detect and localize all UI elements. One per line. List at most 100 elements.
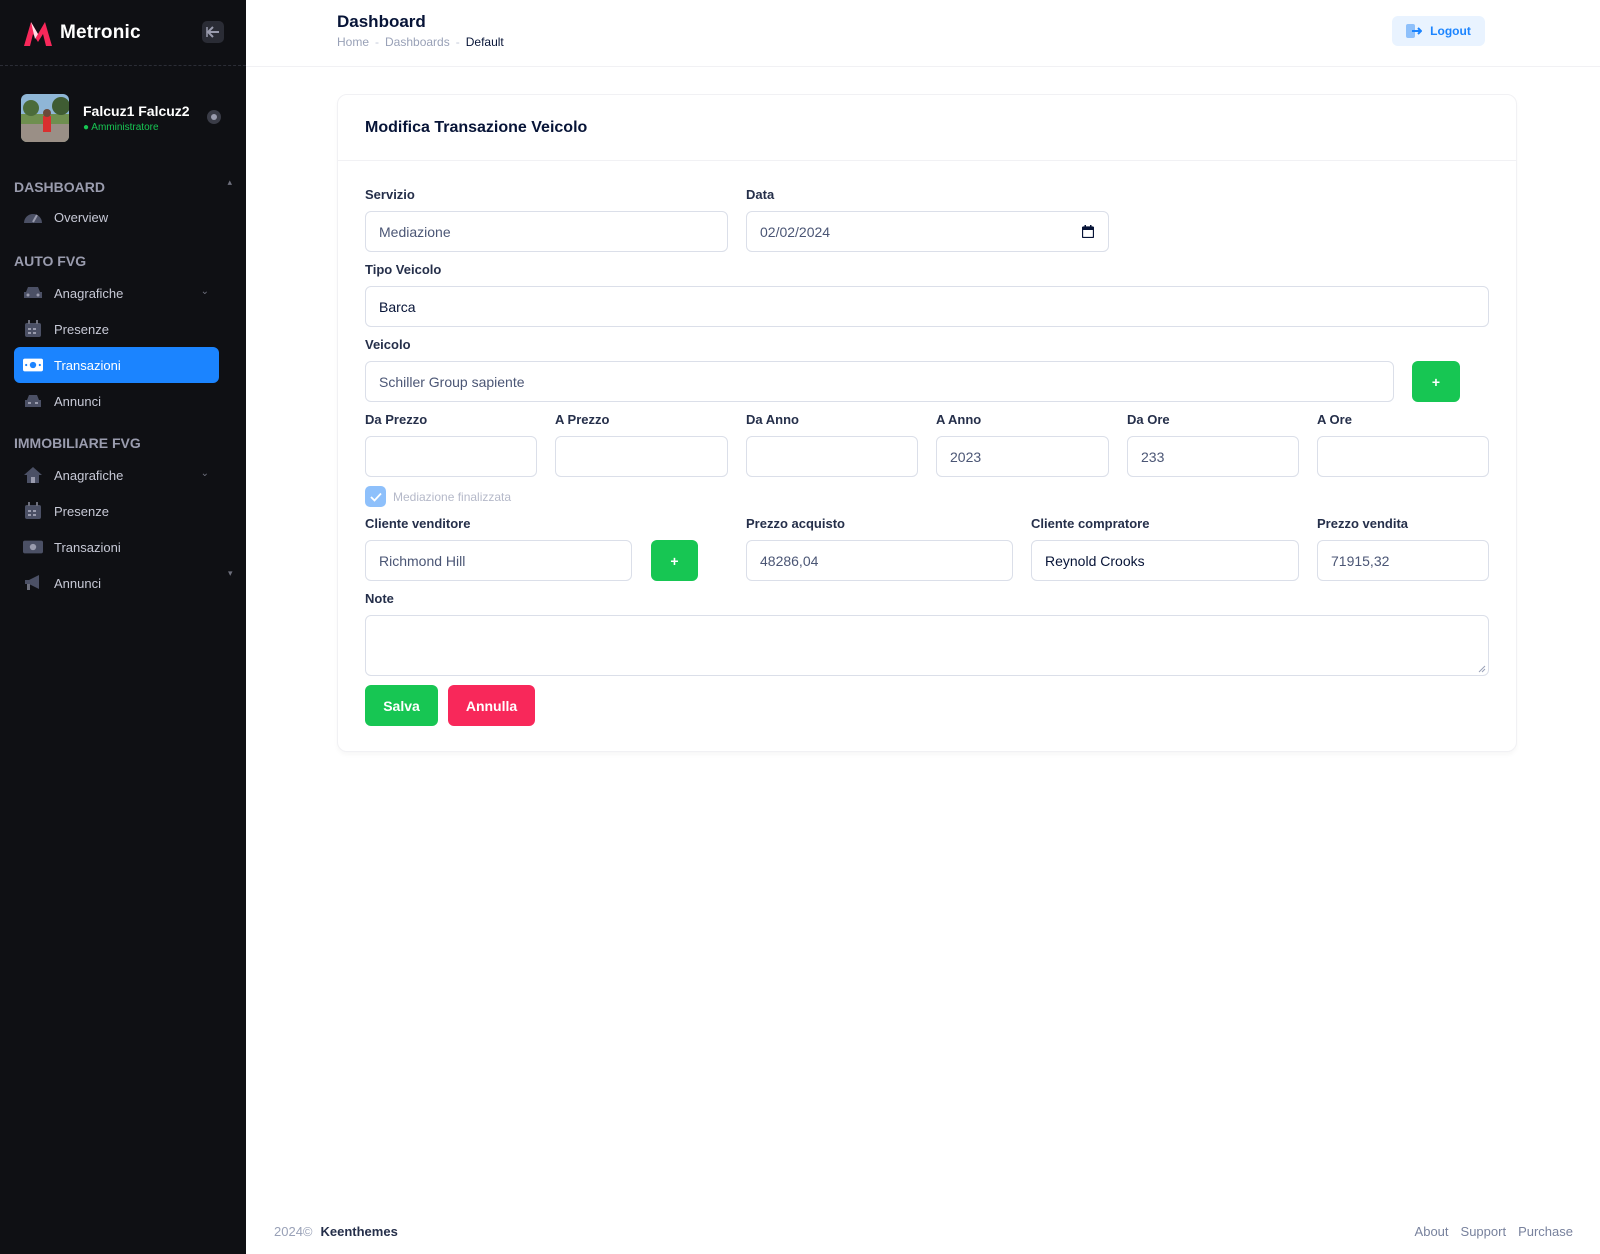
prezzo-vendita-label: Prezzo vendita bbox=[1317, 516, 1409, 531]
gear-icon[interactable] bbox=[204, 107, 224, 127]
footer-company-link[interactable]: Keenthemes bbox=[321, 1224, 398, 1239]
da-prezzo-input[interactable] bbox=[365, 436, 537, 477]
breadcrumb-home[interactable]: Home bbox=[337, 35, 369, 49]
sidebar-item-auto-annunci[interactable]: Annunci bbox=[14, 383, 219, 419]
user-name[interactable]: Falcuz1 Falcuz2 bbox=[83, 103, 190, 119]
sidebar-item-immobiliare-annunci[interactable]: Annunci bbox=[14, 565, 219, 601]
data-field[interactable]: 02/02/2024 bbox=[746, 211, 1109, 252]
sidebar-item-overview[interactable]: Overview bbox=[14, 199, 219, 235]
speedometer-icon bbox=[23, 208, 43, 226]
sidebar-item-auto-anagrafiche[interactable]: Anagrafiche ⌄ bbox=[14, 275, 219, 311]
da-anno-label: Da Anno bbox=[746, 412, 799, 427]
sidebar-item-auto-presenze[interactable]: Presenze bbox=[14, 311, 219, 347]
avatar-image bbox=[21, 94, 69, 142]
a-prezzo-label: A Prezzo bbox=[555, 412, 610, 427]
footer-year: 2024© bbox=[274, 1224, 313, 1239]
footer-links: About Support Purchase bbox=[1415, 1224, 1573, 1239]
user-panel: Falcuz1 Falcuz2 ● Amministratore bbox=[0, 79, 246, 157]
card-header: Modifica Transazione Veicolo bbox=[338, 95, 1516, 161]
calendar-picker-icon[interactable] bbox=[1082, 225, 1094, 238]
logout-icon bbox=[1406, 24, 1423, 38]
a-prezzo-input[interactable] bbox=[555, 436, 728, 477]
section-title: IMMOBILIARE FVG bbox=[14, 435, 141, 451]
chevron-down-icon: ⌄ bbox=[200, 468, 209, 479]
da-ore-value: 233 bbox=[1141, 448, 1165, 465]
sidebar-item-label: Annunci bbox=[54, 575, 101, 591]
cancel-button[interactable]: Annulla bbox=[448, 685, 535, 726]
da-ore-input[interactable]: 233 bbox=[1127, 436, 1299, 477]
section-title: DASHBOARD bbox=[14, 179, 105, 195]
prezzo-vendita-value: 71915,32 bbox=[1331, 552, 1390, 569]
sidebar-item-immobiliare-anagrafiche[interactable]: Anagrafiche ⌄ bbox=[14, 457, 219, 493]
sidebar-section-auto-fvg: AUTO FVG Anagrafiche ⌄ Presenze Transazi… bbox=[0, 251, 246, 419]
a-ore-label: A Ore bbox=[1317, 412, 1352, 427]
servizio-field[interactable]: Mediazione bbox=[365, 211, 728, 252]
a-anno-label: A Anno bbox=[936, 412, 982, 427]
sidebar-item-label: Anagrafiche bbox=[54, 467, 124, 483]
footer-link-support[interactable]: Support bbox=[1461, 1224, 1507, 1239]
footer-copyright: 2024© Keenthemes bbox=[274, 1224, 398, 1239]
prezzo-acquisto-input[interactable]: 48286,04 bbox=[746, 540, 1013, 581]
da-ore-label: Da Ore bbox=[1127, 412, 1170, 427]
megaphone-icon bbox=[23, 574, 43, 592]
da-prezzo-label: Da Prezzo bbox=[365, 412, 428, 427]
cliente-compratore-select[interactable]: Reynold Crooks bbox=[1031, 540, 1299, 581]
sidebar-item-label: Overview bbox=[54, 209, 109, 225]
tipo-veicolo-select[interactable]: Barca bbox=[365, 286, 1489, 327]
logout-button[interactable]: Logout bbox=[1392, 16, 1485, 46]
a-anno-input[interactable]: 2023 bbox=[936, 436, 1109, 477]
scroll-down-icon[interactable]: ▾ bbox=[228, 568, 233, 579]
cliente-venditore-value: Richmond Hill bbox=[379, 552, 466, 569]
mediazione-finalizzata-label: Mediazione finalizzata bbox=[393, 490, 512, 504]
section-title: AUTO FVG bbox=[14, 253, 87, 269]
sidebar-item-auto-transazioni[interactable]: Transazioni bbox=[14, 347, 219, 383]
data-label: Data bbox=[746, 187, 775, 202]
sidebar-collapse-button[interactable] bbox=[202, 21, 224, 43]
avatar[interactable] bbox=[21, 94, 69, 142]
checkmark-icon bbox=[369, 492, 382, 502]
prezzo-vendita-input[interactable]: 71915,32 bbox=[1317, 540, 1489, 581]
veicolo-field[interactable]: Schiller Group sapiente bbox=[365, 361, 1394, 402]
note-textarea[interactable] bbox=[365, 615, 1489, 676]
a-anno-value: 2023 bbox=[950, 448, 982, 465]
add-veicolo-button[interactable]: + bbox=[1412, 361, 1460, 402]
servizio-value: Mediazione bbox=[379, 223, 451, 240]
prezzo-acquisto-value: 48286,04 bbox=[760, 552, 819, 569]
chevron-down-icon: ⌄ bbox=[200, 286, 209, 297]
sidebar-section-immobiliare-fvg: IMMOBILIARE FVG Anagrafiche ⌄ Presenze T… bbox=[0, 433, 246, 601]
sidebar-item-immobiliare-transazioni[interactable]: Transazioni bbox=[14, 529, 219, 565]
arrow-left-icon bbox=[206, 26, 219, 38]
servizio-label: Servizio bbox=[365, 187, 415, 202]
footer-link-purchase[interactable]: Purchase bbox=[1518, 1224, 1573, 1239]
breadcrumb-dashboards[interactable]: Dashboards bbox=[385, 35, 450, 49]
save-button[interactable]: Salva bbox=[365, 685, 438, 726]
sidebar-item-immobiliare-presenze[interactable]: Presenze bbox=[14, 493, 219, 529]
car-icon bbox=[23, 284, 43, 302]
sidebar-item-label: Annunci bbox=[54, 393, 101, 409]
chevron-up-icon[interactable]: ▴ bbox=[227, 177, 232, 188]
veicolo-value: Schiller Group sapiente bbox=[379, 373, 525, 390]
prezzo-acquisto-label: Prezzo acquisto bbox=[746, 516, 845, 531]
resize-handle-icon[interactable] bbox=[1478, 665, 1486, 673]
footer-link-about[interactable]: About bbox=[1415, 1224, 1449, 1239]
plus-icon: + bbox=[670, 552, 679, 569]
add-cliente-venditore-button[interactable]: + bbox=[651, 540, 698, 581]
brand-name[interactable]: Metronic bbox=[60, 22, 141, 44]
plus-icon: + bbox=[1431, 373, 1441, 390]
sidebar-section-dashboard: DASHBOARD ▴ Overview bbox=[0, 177, 246, 235]
data-value: 02/02/2024 bbox=[760, 223, 831, 240]
calendar-icon bbox=[23, 320, 43, 338]
a-ore-input[interactable] bbox=[1317, 436, 1489, 477]
breadcrumb-separator: - bbox=[455, 35, 460, 49]
sidebar-item-label: Presenze bbox=[54, 503, 109, 519]
cliente-venditore-field[interactable]: Richmond Hill bbox=[365, 540, 632, 581]
da-anno-input[interactable] bbox=[746, 436, 918, 477]
cliente-compratore-label: Cliente compratore bbox=[1031, 516, 1150, 531]
cliente-compratore-value: Reynold Crooks bbox=[1045, 552, 1145, 569]
page-title: Dashboard bbox=[337, 12, 426, 31]
brand: Metronic bbox=[0, 0, 246, 66]
calendar-icon bbox=[23, 502, 43, 520]
tipo-veicolo-value: Barca bbox=[379, 298, 416, 315]
mediazione-finalizzata-checkbox[interactable] bbox=[365, 486, 386, 507]
money-icon bbox=[23, 356, 43, 374]
